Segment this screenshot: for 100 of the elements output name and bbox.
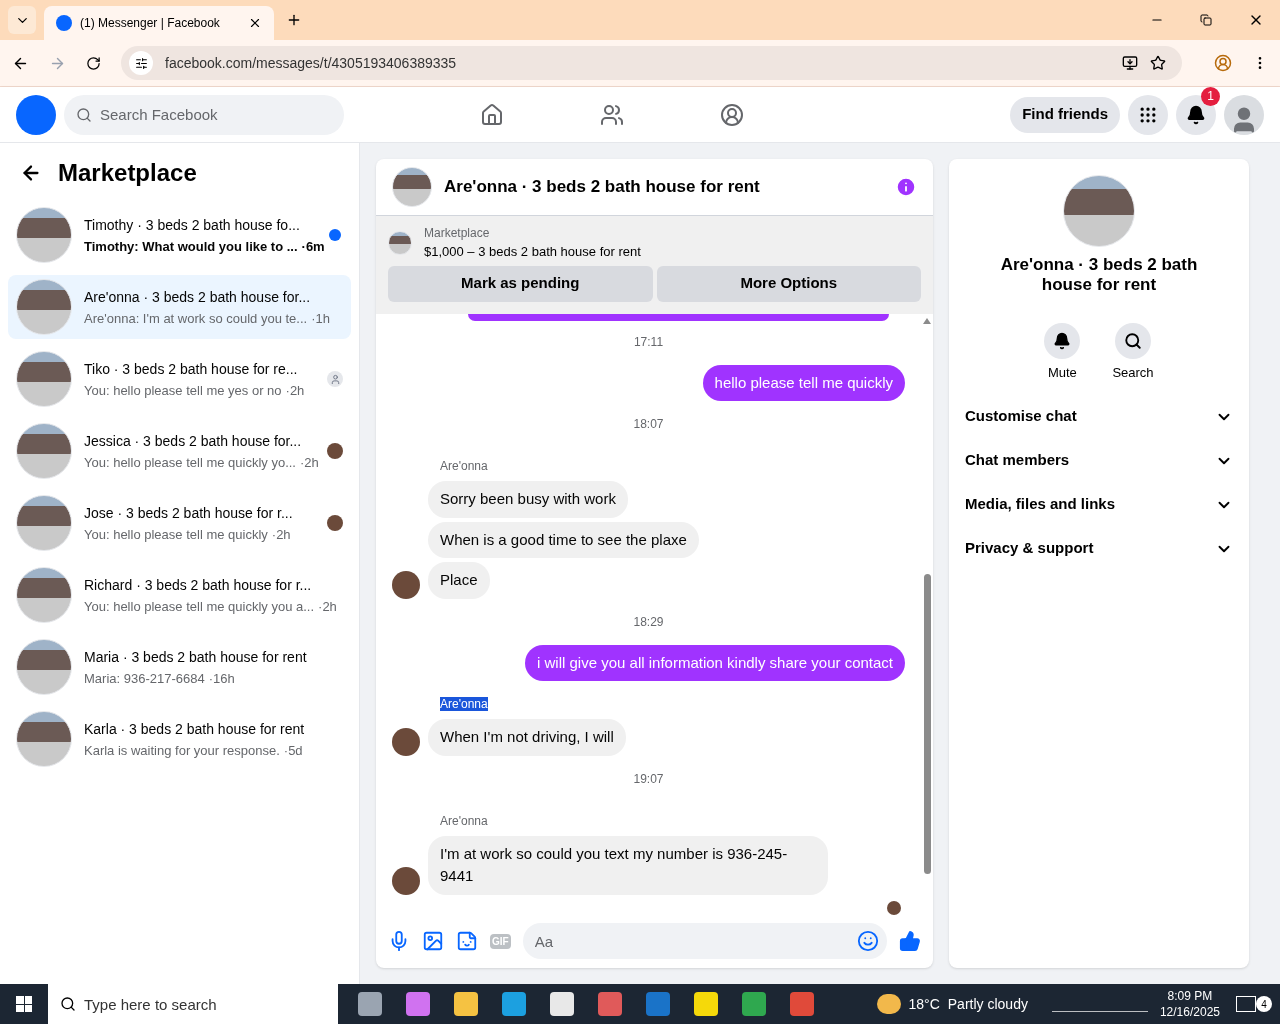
scrollbar-thumb[interactable] <box>923 573 931 874</box>
conversation-title: Tiko · 3 beds 2 bath house for re... <box>84 360 299 380</box>
profile-icon[interactable] <box>1214 54 1232 72</box>
home-icon[interactable] <box>480 102 505 127</box>
conversation-item[interactable]: Tiko · 3 beds 2 bath house for re... You: hello please tell me yes or no ·2h <box>8 347 351 411</box>
reload-icon[interactable] <box>86 55 101 71</box>
new-tab-icon[interactable] <box>286 12 302 28</box>
taskbar-search-field[interactable]: Type here to search <box>48 984 338 1024</box>
details-section[interactable]: Chat members <box>957 438 1241 483</box>
message-time: ·2h <box>271 526 291 545</box>
conversation-title: Are'onna · 3 beds 2 bath house for... <box>84 288 312 308</box>
conversation-item[interactable]: Are'onna · 3 beds 2 bath house for... Are'onna: I'm at work so could you te... ·1h <box>8 275 351 339</box>
message-preview: Karla is waiting for your response. <box>84 742 280 761</box>
details-section[interactable]: Customise chat <box>957 394 1241 439</box>
friends-icon[interactable] <box>600 102 625 127</box>
conversation-item[interactable]: Karla · 3 beds 2 bath house for rent Karla is waiting for your response. ·5d <box>8 707 351 771</box>
message-time: ·2h <box>300 454 319 473</box>
groups-icon[interactable] <box>720 102 745 127</box>
listing-thumbnail <box>388 230 412 255</box>
install-icon[interactable] <box>1122 55 1138 71</box>
message-time: ·6m <box>301 238 325 257</box>
search-icon <box>1124 332 1142 350</box>
bell-icon <box>1186 104 1206 125</box>
like-icon[interactable] <box>899 930 921 953</box>
site-settings-icon[interactable] <box>129 51 153 75</box>
incoming-message: When I'm not driving, I will <box>428 719 626 756</box>
search-icon <box>60 996 76 1012</box>
message-input[interactable]: Aa <box>522 923 887 960</box>
details-name: Are'onna · 3 beds 2 bath house for rent <box>999 255 1199 295</box>
browser-tab[interactable]: (1) Messenger | Facebook <box>44 6 274 40</box>
gallery-icon[interactable] <box>422 930 444 953</box>
action-label: Search <box>1112 364 1154 382</box>
conversation-item[interactable]: Maria · 3 beds 2 bath house for rent Maria: 936-217-6684 ·16h <box>8 635 351 699</box>
conversation-item[interactable]: Richard · 3 beds 2 bath house for r... You: hello please tell me quickly you a... ·2h <box>8 563 351 627</box>
sender-name: Are'onna <box>440 813 488 828</box>
message-preview: You: hello please tell me yes or no <box>84 382 282 401</box>
mute-button[interactable] <box>1044 323 1081 359</box>
message-time: ·2h <box>318 598 337 617</box>
incoming-message: Sorry been busy with work <box>428 481 628 518</box>
seen-avatar-icon <box>327 371 343 387</box>
scroll-up-icon[interactable] <box>923 317 931 324</box>
close-icon[interactable] <box>248 16 262 30</box>
chat-avatar <box>392 167 432 208</box>
weather-icon <box>876 994 901 1014</box>
tab-title: (1) Messenger | Facebook <box>80 15 221 32</box>
conversation-item[interactable]: Jose · 3 beds 2 bath house for r... You: hello please tell me quickly ·2h <box>8 491 351 555</box>
message-preview: You: hello please tell me quickly <box>84 526 268 545</box>
chat-title: Are'onna · 3 beds 2 bath house for rent <box>444 176 761 199</box>
listing-title: $1,000 – 3 beds 2 bath house for rent <box>424 243 641 262</box>
conversation-title: Jose · 3 beds 2 bath house for r... <box>84 504 294 524</box>
message-time: ·1h <box>311 310 330 329</box>
incoming-message: I'm at work so could you text my number is 936-245-9441 <box>428 835 828 895</box>
search-icon <box>76 106 92 123</box>
listing-thumbnail <box>16 567 72 623</box>
search-button[interactable] <box>1115 323 1151 359</box>
listing-thumbnail <box>16 495 72 551</box>
menu-grid-button[interactable] <box>1128 94 1168 135</box>
sender-name: Are'onna <box>440 459 488 474</box>
listing-thumbnail <box>16 351 72 407</box>
notification-count: 4 <box>1256 996 1272 1012</box>
conversation-title: Maria · 3 beds 2 bath house for rent <box>84 648 308 668</box>
incoming-message: Place <box>428 562 490 599</box>
timestamp: 18:29 <box>633 613 664 631</box>
timestamp: 19:07 <box>633 770 664 788</box>
conversation-title: Timothy · 3 beds 2 bath house fo... <box>84 216 301 236</box>
bookmark-star-icon[interactable] <box>1150 55 1166 71</box>
message-time: ·16h <box>208 670 235 689</box>
clock-time: 8:09 PM <box>1167 988 1213 1004</box>
outgoing-message: hello please tell me quickly <box>702 364 905 402</box>
sender-name: Are'onna <box>440 697 488 712</box>
details-section[interactable]: Media, files and links <box>957 482 1241 527</box>
message-preview: You: hello please tell me quickly you a... <box>84 598 315 617</box>
details-section[interactable]: Privacy & support <box>957 526 1241 571</box>
message-preview: Maria: 936-217-6684 <box>84 670 205 689</box>
weather-text: Partly cloudy <box>947 994 1028 1014</box>
info-icon[interactable] <box>895 176 917 199</box>
temperature-text: 18°C <box>908 994 940 1014</box>
conversation-title: Richard · 3 beds 2 bath house for r... <box>84 576 313 596</box>
listing-action-button[interactable]: Mark as pending <box>388 265 653 302</box>
message-preview: Are'onna: I'm at work so could you te... <box>84 310 308 329</box>
listing-action-button[interactable]: More Options <box>656 265 921 302</box>
notification-center-icon[interactable] <box>1236 996 1256 1012</box>
sticker-icon[interactable] <box>456 930 478 953</box>
account-avatar[interactable] <box>1224 94 1264 135</box>
listing-thumbnail <box>16 639 72 695</box>
address-bar[interactable]: facebook.com/messages/t/4305193406389335 <box>121 46 1182 80</box>
find-friends-button[interactable]: Find friends <box>1010 96 1120 133</box>
clock-date: 12/16/2025 <box>1159 1004 1220 1020</box>
sidebar-title: Marketplace <box>58 158 197 188</box>
emoji-icon[interactable] <box>857 930 879 953</box>
listing-thumbnail <box>16 711 72 767</box>
action-label: Mute <box>1047 364 1077 382</box>
timestamp: 17:11 <box>633 333 664 351</box>
conversation-item[interactable]: Jessica · 3 beds 2 bath house for... You: hello please tell me quickly yo... ·2h <box>8 419 351 483</box>
conversation-item[interactable]: Timothy · 3 beds 2 bath house fo... Timothy: What would you like to ... ·6m <box>8 203 351 267</box>
search-field[interactable]: Search Facebook <box>64 94 344 135</box>
timestamp: 18:07 <box>633 416 664 434</box>
restore-icon[interactable] <box>1200 14 1212 26</box>
message-time: ·5d <box>283 742 303 761</box>
message-preview: Timothy: What would you like to ... <box>84 238 298 257</box>
